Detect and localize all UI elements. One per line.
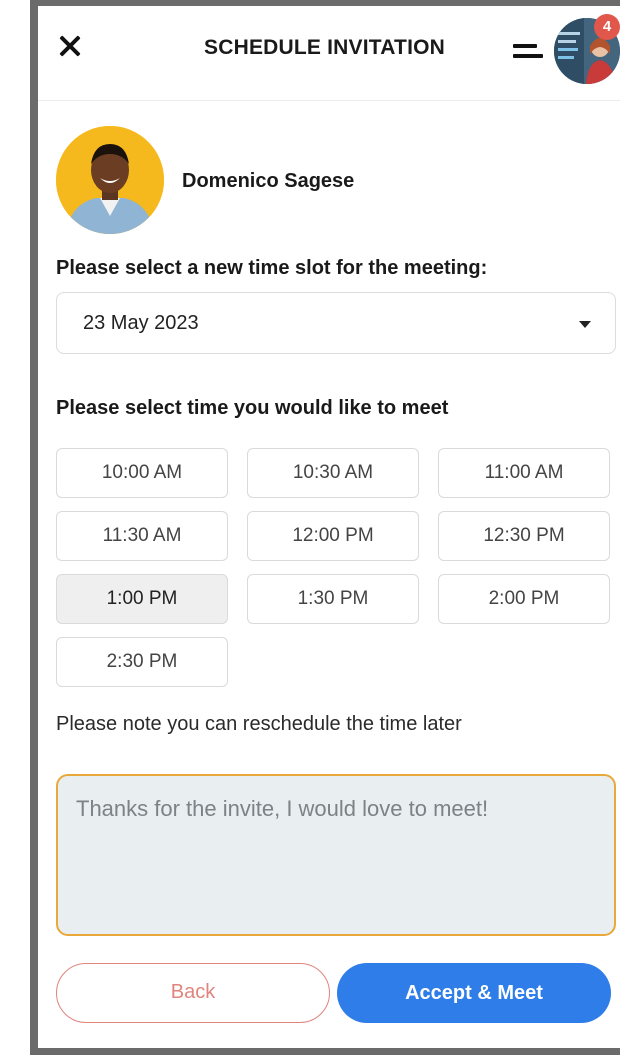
message-input[interactable]: Thanks for the invite, I would love to m… bbox=[56, 774, 616, 936]
top-bar: SCHEDULE INVITATION 4 bbox=[38, 6, 620, 101]
window-edge-bottom bbox=[30, 1048, 620, 1055]
time-slot-selected[interactable]: 1:00 PM bbox=[56, 574, 228, 624]
window-edge-left bbox=[30, 0, 38, 1055]
profile-name: Domenico Sagese bbox=[182, 170, 355, 192]
time-slot[interactable]: 11:00 AM bbox=[438, 448, 610, 498]
time-section-label: Please select time you would like to mee… bbox=[56, 397, 449, 419]
reschedule-note: Please note you can reschedule the time … bbox=[56, 713, 462, 735]
time-slot[interactable]: 12:00 PM bbox=[247, 511, 419, 561]
profile-avatar bbox=[56, 126, 164, 234]
caret-down-icon bbox=[579, 321, 591, 328]
profile-photo bbox=[56, 126, 164, 234]
notification-badge: 4 bbox=[594, 14, 620, 40]
time-slot[interactable]: 2:30 PM bbox=[56, 637, 228, 687]
menu-icon[interactable] bbox=[513, 44, 543, 60]
accept-meet-button[interactable]: Accept & Meet bbox=[337, 963, 611, 1023]
time-slot[interactable]: 10:00 AM bbox=[56, 448, 228, 498]
back-button[interactable]: Back bbox=[56, 963, 330, 1023]
time-slot[interactable]: 12:30 PM bbox=[438, 511, 610, 561]
message-placeholder: Thanks for the invite, I would love to m… bbox=[76, 796, 489, 821]
date-value: 23 May 2023 bbox=[83, 312, 199, 334]
time-slot[interactable]: 11:30 AM bbox=[56, 511, 228, 561]
close-icon[interactable] bbox=[58, 34, 82, 58]
time-slot[interactable]: 10:30 AM bbox=[247, 448, 419, 498]
app-screen: SCHEDULE INVITATION 4 Domenico Sagese Pl… bbox=[0, 0, 620, 1055]
page-title: SCHEDULE INVITATION bbox=[204, 36, 446, 59]
time-slot[interactable]: 1:30 PM bbox=[247, 574, 419, 624]
date-section-label: Please select a new time slot for the me… bbox=[56, 257, 488, 279]
date-dropdown[interactable]: 23 May 2023 bbox=[56, 292, 616, 354]
time-slot[interactable]: 2:00 PM bbox=[438, 574, 610, 624]
